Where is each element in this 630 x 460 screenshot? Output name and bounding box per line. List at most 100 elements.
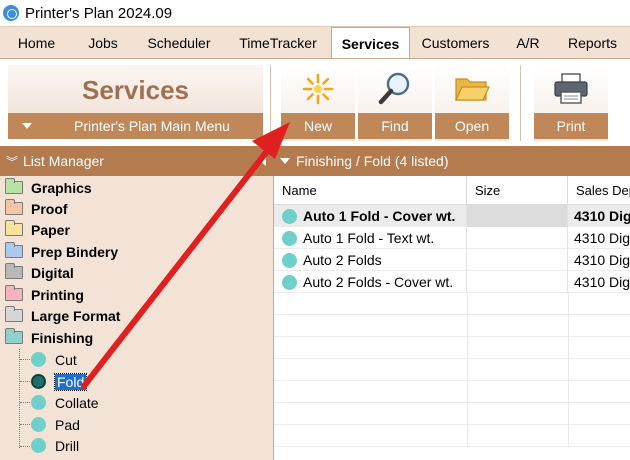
print-button-label: Print	[534, 113, 608, 139]
tree-item-label: Fold	[53, 372, 88, 391]
tab-services[interactable]: Services	[331, 27, 410, 59]
empty-row	[274, 293, 630, 315]
folder-open-icon	[5, 328, 23, 344]
tree-connector	[20, 402, 30, 403]
tree-connector	[20, 381, 30, 382]
tab-scheduler[interactable]: Scheduler	[133, 27, 225, 58]
tree-category-label: Proof	[31, 200, 68, 217]
row-size	[467, 249, 568, 271]
folder-icon	[5, 306, 23, 322]
empty-row	[274, 337, 630, 359]
row-sales-dept: 4310 Digi	[574, 252, 630, 268]
printer-icon	[534, 69, 608, 109]
tab-ar[interactable]: A/R	[501, 27, 555, 58]
folder-icon	[5, 178, 23, 194]
tree-category-label: Prep Bindery	[31, 243, 119, 260]
tree-category-proof[interactable]: Proof	[5, 198, 68, 219]
collapse-chevron-icon: ︾	[6, 154, 19, 169]
open-button[interactable]: Open	[435, 65, 509, 141]
row-sales-dept: 4310 Digi	[574, 208, 630, 224]
item-dot-icon	[31, 352, 46, 367]
empty-row	[274, 381, 630, 403]
table-row[interactable]: Auto 2 Folds - Cover wt. 4310 Digi	[274, 271, 630, 293]
empty-row	[274, 403, 630, 425]
table-row[interactable]: Auto 1 Fold - Cover wt. 4310 Digi	[274, 205, 630, 227]
print-button[interactable]: Print	[534, 65, 608, 141]
row-size	[467, 205, 568, 227]
row-sales-dept: 4310 Digi	[574, 230, 630, 246]
folder-open-icon	[435, 69, 509, 109]
row-name: Auto 1 Fold - Text wt.	[303, 230, 435, 246]
tree-category-paper[interactable]: Paper	[5, 219, 70, 240]
tab-home[interactable]: Home	[0, 27, 73, 58]
ribbon-separator	[270, 65, 271, 141]
tree-category-graphics[interactable]: Graphics	[5, 177, 92, 198]
tab-timetracker[interactable]: TimeTracker	[225, 27, 331, 58]
item-dot-icon	[282, 252, 297, 268]
column-header-size[interactable]: Size	[467, 176, 568, 205]
tree-item-drill[interactable]: Drill	[31, 435, 79, 456]
tree-connector	[20, 446, 30, 447]
tree-item-collate[interactable]: Collate	[31, 392, 99, 413]
row-name: Auto 1 Fold - Cover wt.	[303, 208, 456, 224]
list-manager-header[interactable]: ︾ List Manager	[0, 146, 274, 176]
tree-category-digital[interactable]: Digital	[5, 262, 74, 283]
item-dot-icon	[282, 274, 297, 290]
ribbon-section-title: Services	[8, 65, 263, 115]
tree-item-label: Pad	[55, 416, 80, 433]
folder-icon	[5, 199, 23, 215]
tab-customers[interactable]: Customers	[410, 27, 501, 58]
tree-item-fold[interactable]: Fold	[31, 371, 88, 392]
tree-category-prep-bindery[interactable]: Prep Bindery	[5, 241, 118, 262]
tree-category-label: Finishing	[31, 329, 94, 346]
row-size	[467, 227, 568, 249]
tree-category-label: Paper	[31, 221, 70, 238]
empty-row	[274, 359, 630, 381]
item-dot-icon	[31, 417, 46, 432]
tab-reports[interactable]: Reports	[555, 27, 630, 58]
new-button-label: New	[281, 113, 355, 139]
services-ribbon: Services Printer's Plan Main Menu New Fi…	[0, 58, 630, 146]
magnifier-icon	[358, 69, 432, 109]
list-manager-tree: Graphics Proof Paper Prep Bindery Digita…	[0, 176, 274, 460]
new-button[interactable]: New	[281, 65, 355, 141]
empty-row	[274, 315, 630, 337]
folder-icon	[5, 263, 23, 279]
list-manager-title: List Manager	[23, 153, 104, 169]
tree-category-label: Graphics	[31, 179, 92, 196]
empty-row	[274, 425, 630, 447]
tree-category-large-format[interactable]: Large Format	[5, 305, 120, 326]
column-header-name[interactable]: Name	[274, 176, 467, 205]
expand-arrow-icon[interactable]	[280, 158, 290, 164]
collapse-panel-icon[interactable]	[260, 156, 266, 166]
main-menu-button[interactable]: Printer's Plan Main Menu	[8, 113, 263, 139]
item-dot-icon	[31, 374, 46, 389]
item-dot-icon	[31, 395, 46, 410]
folder-icon	[5, 242, 23, 258]
tree-category-label: Printing	[31, 286, 84, 303]
tree-category-label: Digital	[31, 264, 74, 281]
table-row[interactable]: Auto 1 Fold - Text wt. 4310 Digi	[274, 227, 630, 249]
main-tab-bar: Home Jobs Scheduler TimeTracker Services…	[0, 26, 630, 59]
tab-jobs[interactable]: Jobs	[73, 27, 133, 58]
find-button[interactable]: Find	[358, 65, 432, 141]
folder-icon	[5, 285, 23, 301]
tree-item-pad[interactable]: Pad	[31, 414, 80, 435]
column-header-sales-dept[interactable]: Sales Dep	[568, 176, 630, 205]
open-button-label: Open	[435, 113, 509, 139]
tree-category-printing[interactable]: Printing	[5, 284, 84, 305]
main-menu-label: Printer's Plan Main Menu	[74, 118, 230, 134]
tree-item-cut[interactable]: Cut	[31, 349, 77, 370]
item-dot-icon	[282, 208, 297, 224]
app-logo-icon	[3, 5, 19, 21]
dropdown-arrow-icon	[22, 123, 32, 129]
grid-header-row: Name Size Sales Dep	[274, 176, 630, 205]
tree-category-label: Large Format	[31, 307, 121, 324]
tree-item-label: Cut	[55, 351, 77, 368]
sparkle-icon	[281, 69, 355, 109]
results-header: Finishing / Fold (4 listed)	[274, 146, 630, 176]
row-name: Auto 2 Folds - Cover wt.	[303, 274, 454, 290]
tree-category-finishing[interactable]: Finishing	[5, 327, 93, 348]
table-row[interactable]: Auto 2 Folds 4310 Digi	[274, 249, 630, 271]
tree-connector	[20, 359, 30, 360]
